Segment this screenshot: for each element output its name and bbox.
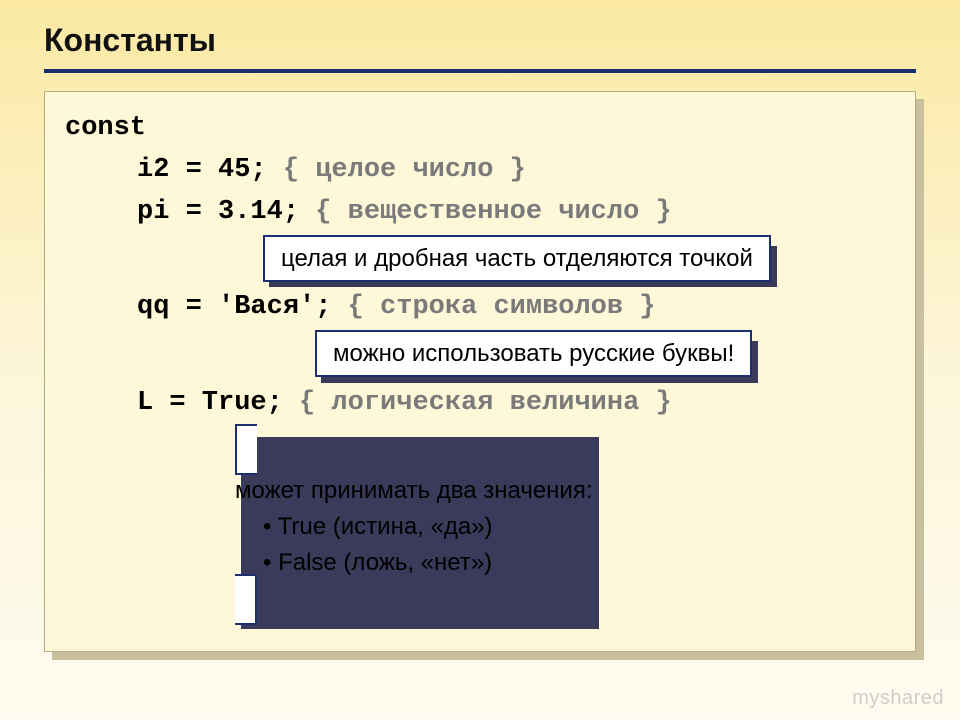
note-shadow: целая и дробная часть отделяются точкой <box>263 240 771 282</box>
slide-title: Константы <box>44 22 916 65</box>
note-bool: может принимать два значения: True (исти… <box>235 424 593 625</box>
note-bool-false: False (ложь, «нет») <box>235 545 593 581</box>
note-row-bool: может принимать два значения: True (исти… <box>65 431 895 623</box>
comment-string: { строка символов } <box>348 292 656 322</box>
code-l: L = True; <box>137 388 283 418</box>
note-row-decimal: целая и дробная часть отделяются точкой <box>65 240 895 282</box>
code-panel: const i2 = 45; { целое число } pi = 3.14… <box>44 91 916 652</box>
note-bool-true: True (истина, «да») <box>235 509 593 545</box>
comment-int: { целое число } <box>283 155 526 185</box>
note-row-russian: можно использовать русские буквы! <box>65 335 895 377</box>
code-line-pi: pi = 3.14; { вещественное число } <box>65 192 895 234</box>
slide: Константы const i2 = 45; { целое число }… <box>0 0 960 720</box>
code-i2: i2 = 45; <box>137 155 267 185</box>
note-shadow: может принимать два значения: True (исти… <box>235 431 593 623</box>
code-qq: qq = 'Вася'; <box>137 292 331 322</box>
code-pi: pi = 3.14; <box>137 197 299 227</box>
note-shadow: можно использовать русские буквы! <box>315 335 752 377</box>
note-decimal: целая и дробная часть отделяются точкой <box>263 235 771 282</box>
title-underline <box>44 69 916 73</box>
code-keyword-const: const <box>65 113 146 143</box>
comment-real: { вещественное число } <box>315 197 671 227</box>
code-panel-shadow: const i2 = 45; { целое число } pi = 3.14… <box>44 91 916 652</box>
note-russian: можно использовать русские буквы! <box>315 330 752 377</box>
code-line-i2: i2 = 45; { целое число } <box>65 150 895 192</box>
comment-bool: { логическая величина } <box>299 388 672 418</box>
code-line-qq: qq = 'Вася'; { строка символов } <box>65 287 895 329</box>
code-line-l: L = True; { логическая величина } <box>65 383 895 425</box>
note-bool-intro: может принимать два значения: <box>235 473 593 509</box>
